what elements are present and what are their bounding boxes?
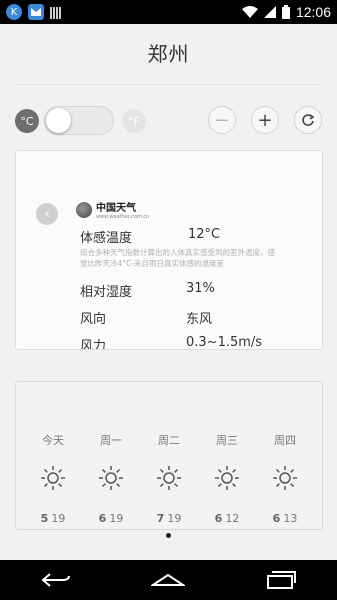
forecast-day-label: 周三 [216, 434, 238, 447]
sun-icon [215, 466, 239, 490]
remove-city-button[interactable]: − [208, 106, 236, 134]
sun-icon [157, 466, 181, 490]
status-right-icons: 12:06 [241, 4, 331, 20]
status-time: 12:06 [295, 4, 331, 20]
sun-icon [273, 466, 297, 490]
toggle-knob[interactable] [46, 108, 71, 133]
recent-apps-icon [266, 571, 296, 589]
feels-like-label: 体感温度 [80, 231, 133, 246]
fahrenheit-button[interactable]: °F [122, 109, 146, 133]
weather-detail-card: ‹ 中国天气 www.weather.com.cn 体感温度 12°C 综合多种… [15, 150, 323, 350]
add-city-button[interactable]: + [251, 106, 279, 134]
forecast-day-label: 周二 [158, 434, 180, 447]
sun-icon [99, 466, 123, 490]
forecast-temp: 7 19 [156, 512, 182, 525]
humidity-label: 相对湿度 [80, 285, 133, 300]
k-app-icon: K [6, 4, 22, 20]
back-button[interactable]: ‹ [36, 203, 58, 225]
wind-force-row: 风力 0.3~1.5m/s [80, 335, 263, 350]
recents-nav-button[interactable] [261, 565, 301, 595]
brand-url: www.weather.com.cn [96, 214, 150, 220]
forecast-day-label: 周一 [100, 434, 122, 447]
humidity-value: 31% [186, 281, 215, 296]
feels-like-value: 12°C [188, 227, 221, 242]
header-divider [14, 84, 323, 85]
city-title: 郑州 [147, 42, 190, 66]
plus-icon: + [257, 109, 273, 131]
sun-icon [41, 466, 65, 490]
wind-direction-value: 东风 [186, 312, 213, 327]
celsius-button[interactable]: °C [15, 109, 39, 133]
brand-name: 中国天气 [96, 203, 136, 214]
wind-direction-row: 风向 东风 [80, 308, 212, 327]
brand-globe-icon [76, 201, 92, 218]
chevron-left-icon: ‹ [44, 206, 50, 222]
wind-force-label: 风力 [80, 339, 107, 350]
minus-icon: − [214, 109, 230, 131]
home-nav-button[interactable] [148, 565, 188, 595]
humidity-row: 相对湿度 31% [80, 281, 215, 300]
wifi-icon [241, 6, 258, 18]
status-bar: K 12:06 [0, 0, 337, 24]
forecast-day-label: 今天 [42, 434, 64, 447]
forecast-temp: 5 19 [40, 512, 66, 525]
page-indicator-dot [166, 533, 171, 538]
wind-direction-label: 风向 [80, 312, 107, 327]
home-icon [151, 573, 186, 586]
forecast-temp: 6 13 [272, 512, 298, 525]
forecast-temp: 6 12 [214, 512, 240, 525]
signal-bars-icon [50, 5, 61, 19]
feels-like-row: 体感温度 12°C [80, 227, 220, 246]
brand-logo: 中国天气 www.weather.com.cn [76, 199, 149, 220]
forecast-day-label: 周四 [274, 434, 296, 447]
unit-toggle[interactable] [44, 106, 114, 135]
refresh-icon [302, 114, 315, 126]
back-nav-button[interactable] [36, 565, 76, 595]
battery-icon [281, 5, 290, 19]
mail-icon [28, 4, 44, 20]
cell-signal-icon [263, 6, 276, 18]
forecast-card[interactable]: 今天 5 19 周一 6 19 周二 7 19 周三 6 12 周四 6 13 [15, 381, 323, 530]
navigation-bar [0, 560, 337, 600]
feels-like-description: 综合多种天气指数计算出的人体真实感受到的室外温度，感觉比昨天冷4°C-来自雨日真… [80, 248, 275, 268]
back-arrow-icon [41, 573, 71, 587]
forecast-temp: 6 19 [98, 512, 124, 525]
wind-force-value: 0.3~1.5m/s [186, 335, 263, 350]
status-left-icons: K [6, 4, 61, 20]
refresh-button[interactable] [294, 106, 322, 134]
